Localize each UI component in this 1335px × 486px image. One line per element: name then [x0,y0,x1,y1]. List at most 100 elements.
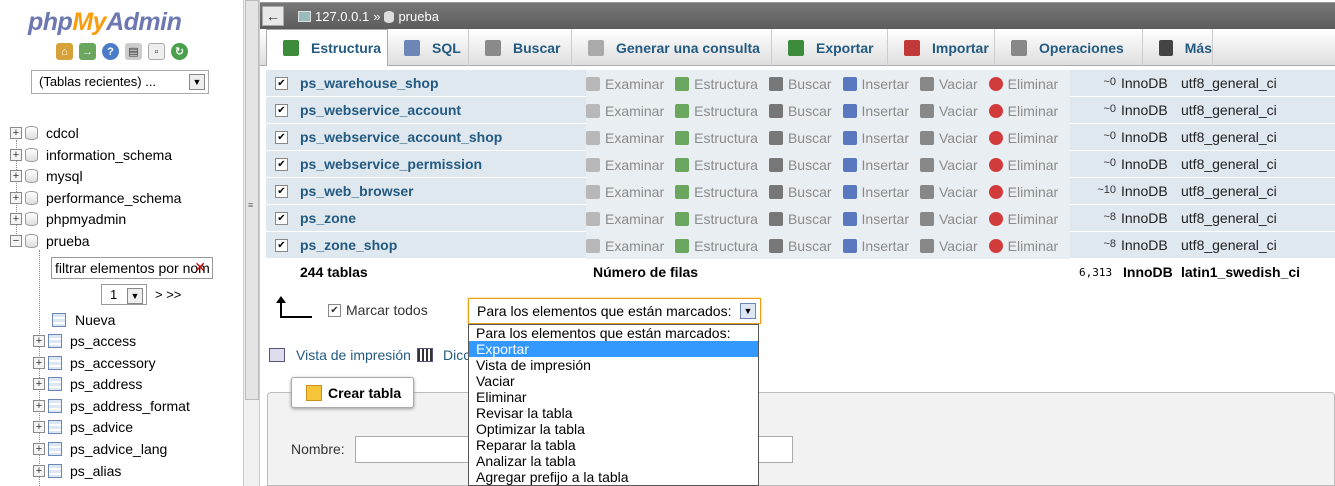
table-name[interactable]: ps_alias [70,463,121,479]
collapse-icon[interactable]: − [10,235,22,247]
data-dictionary-link[interactable]: Dicc [417,347,470,363]
action-estructura[interactable]: Estructura [675,184,758,200]
action-examinar[interactable]: Examinar [586,130,664,146]
dropdown-option[interactable]: Reparar la tabla [469,437,758,453]
dropdown-option[interactable]: Agregar prefijo a la tabla [469,469,758,485]
expand-icon[interactable]: + [33,356,45,369]
action-estructura[interactable]: Estructura [675,103,758,119]
expand-icon[interactable]: + [33,335,45,347]
expand-icon[interactable]: + [10,213,22,226]
new-table-item[interactable]: Nueva [52,310,115,330]
tab-sql[interactable]: SQL [388,29,469,66]
action-examinar[interactable]: Examinar [586,211,664,227]
table-name-link[interactable]: ps_webservice_account_shop [300,129,502,145]
tab-buscar[interactable]: Buscar [469,29,572,66]
action-insertar[interactable]: Insertar [842,238,909,254]
dropdown-option[interactable]: Para los elementos que están marcados: [469,325,758,341]
action-examinar[interactable]: Examinar [586,238,664,254]
dropdown-option[interactable]: Vaciar [469,373,758,389]
docs-icon[interactable]: ▤ [125,43,142,60]
dropdown-option[interactable]: Eliminar [469,389,758,405]
action-estructura[interactable]: Estructura [675,211,758,227]
expand-icon[interactable]: + [33,443,45,455]
action-estructura[interactable]: Estructura [675,76,758,92]
action-vaciar[interactable]: Vaciar [920,211,978,227]
action-eliminar[interactable]: Eliminar [988,157,1058,173]
database-item[interactable]: + information_schema [10,145,172,165]
action-buscar[interactable]: Buscar [768,238,832,254]
table-item[interactable]: + ps_alias [33,461,121,481]
table-name[interactable]: ps_address_format [70,398,190,414]
database-name[interactable]: prueba [46,233,90,249]
row-checkbox[interactable]: ✔ [275,239,288,252]
database-item[interactable]: + phpmyadmin [10,209,126,229]
expand-icon[interactable]: + [10,191,22,204]
next-page-link[interactable]: > >> [155,287,181,302]
database-item[interactable]: − prueba [10,231,90,251]
action-buscar[interactable]: Buscar [768,184,832,200]
expand-icon[interactable]: + [33,421,45,434]
dropdown-option[interactable]: Exportar [469,341,758,357]
expand-icon[interactable]: + [10,148,22,161]
print-view-link[interactable]: Vista de impresión [269,347,411,363]
action-buscar[interactable]: Buscar [768,103,832,119]
row-checkbox[interactable]: ✔ [275,104,288,117]
action-vaciar[interactable]: Vaciar [920,103,978,119]
table-name[interactable]: ps_advice_lang [70,441,167,457]
tab-exportar[interactable]: Exportar [772,29,888,66]
create-table-button[interactable]: Crear tabla [291,377,415,408]
database-name[interactable]: phpmyadmin [46,211,126,227]
action-vaciar[interactable]: Vaciar [920,184,978,200]
nav-scrollbar[interactable]: ≡ [243,0,260,486]
table-name-link[interactable]: ps_webservice_account [300,102,461,118]
action-examinar[interactable]: Examinar [586,103,664,119]
table-name[interactable]: ps_accessory [70,355,156,371]
row-checkbox[interactable]: ✔ [275,77,288,90]
dropdown-option[interactable]: Optimizar la tabla [469,421,758,437]
action-insertar[interactable]: Insertar [842,103,909,119]
database-name[interactable]: cdcol [46,125,79,141]
table-item[interactable]: + ps_advice [33,417,133,437]
table-item[interactable]: + ps_advice_lang [33,439,167,459]
dropdown-option[interactable]: Vista de impresión [469,357,758,373]
action-vaciar[interactable]: Vaciar [920,76,978,92]
action-buscar[interactable]: Buscar [768,76,832,92]
settings-icon[interactable]: ▫ [148,43,165,60]
row-checkbox[interactable]: ✔ [275,158,288,171]
action-examinar[interactable]: Examinar [586,157,664,173]
table-item[interactable]: + ps_access [33,331,136,351]
tab-operaciones[interactable]: Operaciones [995,29,1143,66]
table-item[interactable]: + ps_address [33,374,142,394]
action-eliminar[interactable]: Eliminar [988,238,1058,254]
action-insertar[interactable]: Insertar [842,76,909,92]
action-buscar[interactable]: Buscar [768,157,832,173]
database-name[interactable]: information_schema [46,147,172,163]
bulk-action-select[interactable]: Para los elementos que están marcados: ▼ [468,298,761,324]
help-icon[interactable]: ? [102,43,119,60]
table-item[interactable]: + ps_accessory [33,353,156,373]
row-checkbox[interactable]: ✔ [275,131,288,144]
action-eliminar[interactable]: Eliminar [988,103,1058,119]
collapse-nav-button[interactable]: ← [262,6,284,26]
table-name-link[interactable]: ps_zone [300,210,356,226]
action-estructura[interactable]: Estructura [675,130,758,146]
resize-grip-icon[interactable]: ≡ [248,200,253,210]
table-name[interactable]: ps_address [70,376,142,392]
action-vaciar[interactable]: Vaciar [920,130,978,146]
action-insertar[interactable]: Insertar [842,130,909,146]
action-insertar[interactable]: Insertar [842,157,909,173]
recent-tables-select[interactable]: (Tablas recientes) ... ▼ [31,70,209,94]
table-item[interactable]: + ps_address_format [33,396,190,416]
check-all-control[interactable]: ✔ Marcar todos [276,296,428,318]
database-name[interactable]: mysql [46,168,83,184]
table-name-link[interactable]: ps_webservice_permission [300,156,482,172]
action-eliminar[interactable]: Eliminar [988,211,1058,227]
action-estructura[interactable]: Estructura [675,238,758,254]
database-name[interactable]: performance_schema [46,190,181,206]
reload-icon[interactable]: ↻ [171,43,188,60]
database-item[interactable]: + cdcol [10,123,79,143]
action-vaciar[interactable]: Vaciar [920,157,978,173]
expand-icon[interactable]: + [10,127,22,139]
action-eliminar[interactable]: Eliminar [988,130,1058,146]
page-select[interactable]: 1 ▼ [101,284,147,305]
